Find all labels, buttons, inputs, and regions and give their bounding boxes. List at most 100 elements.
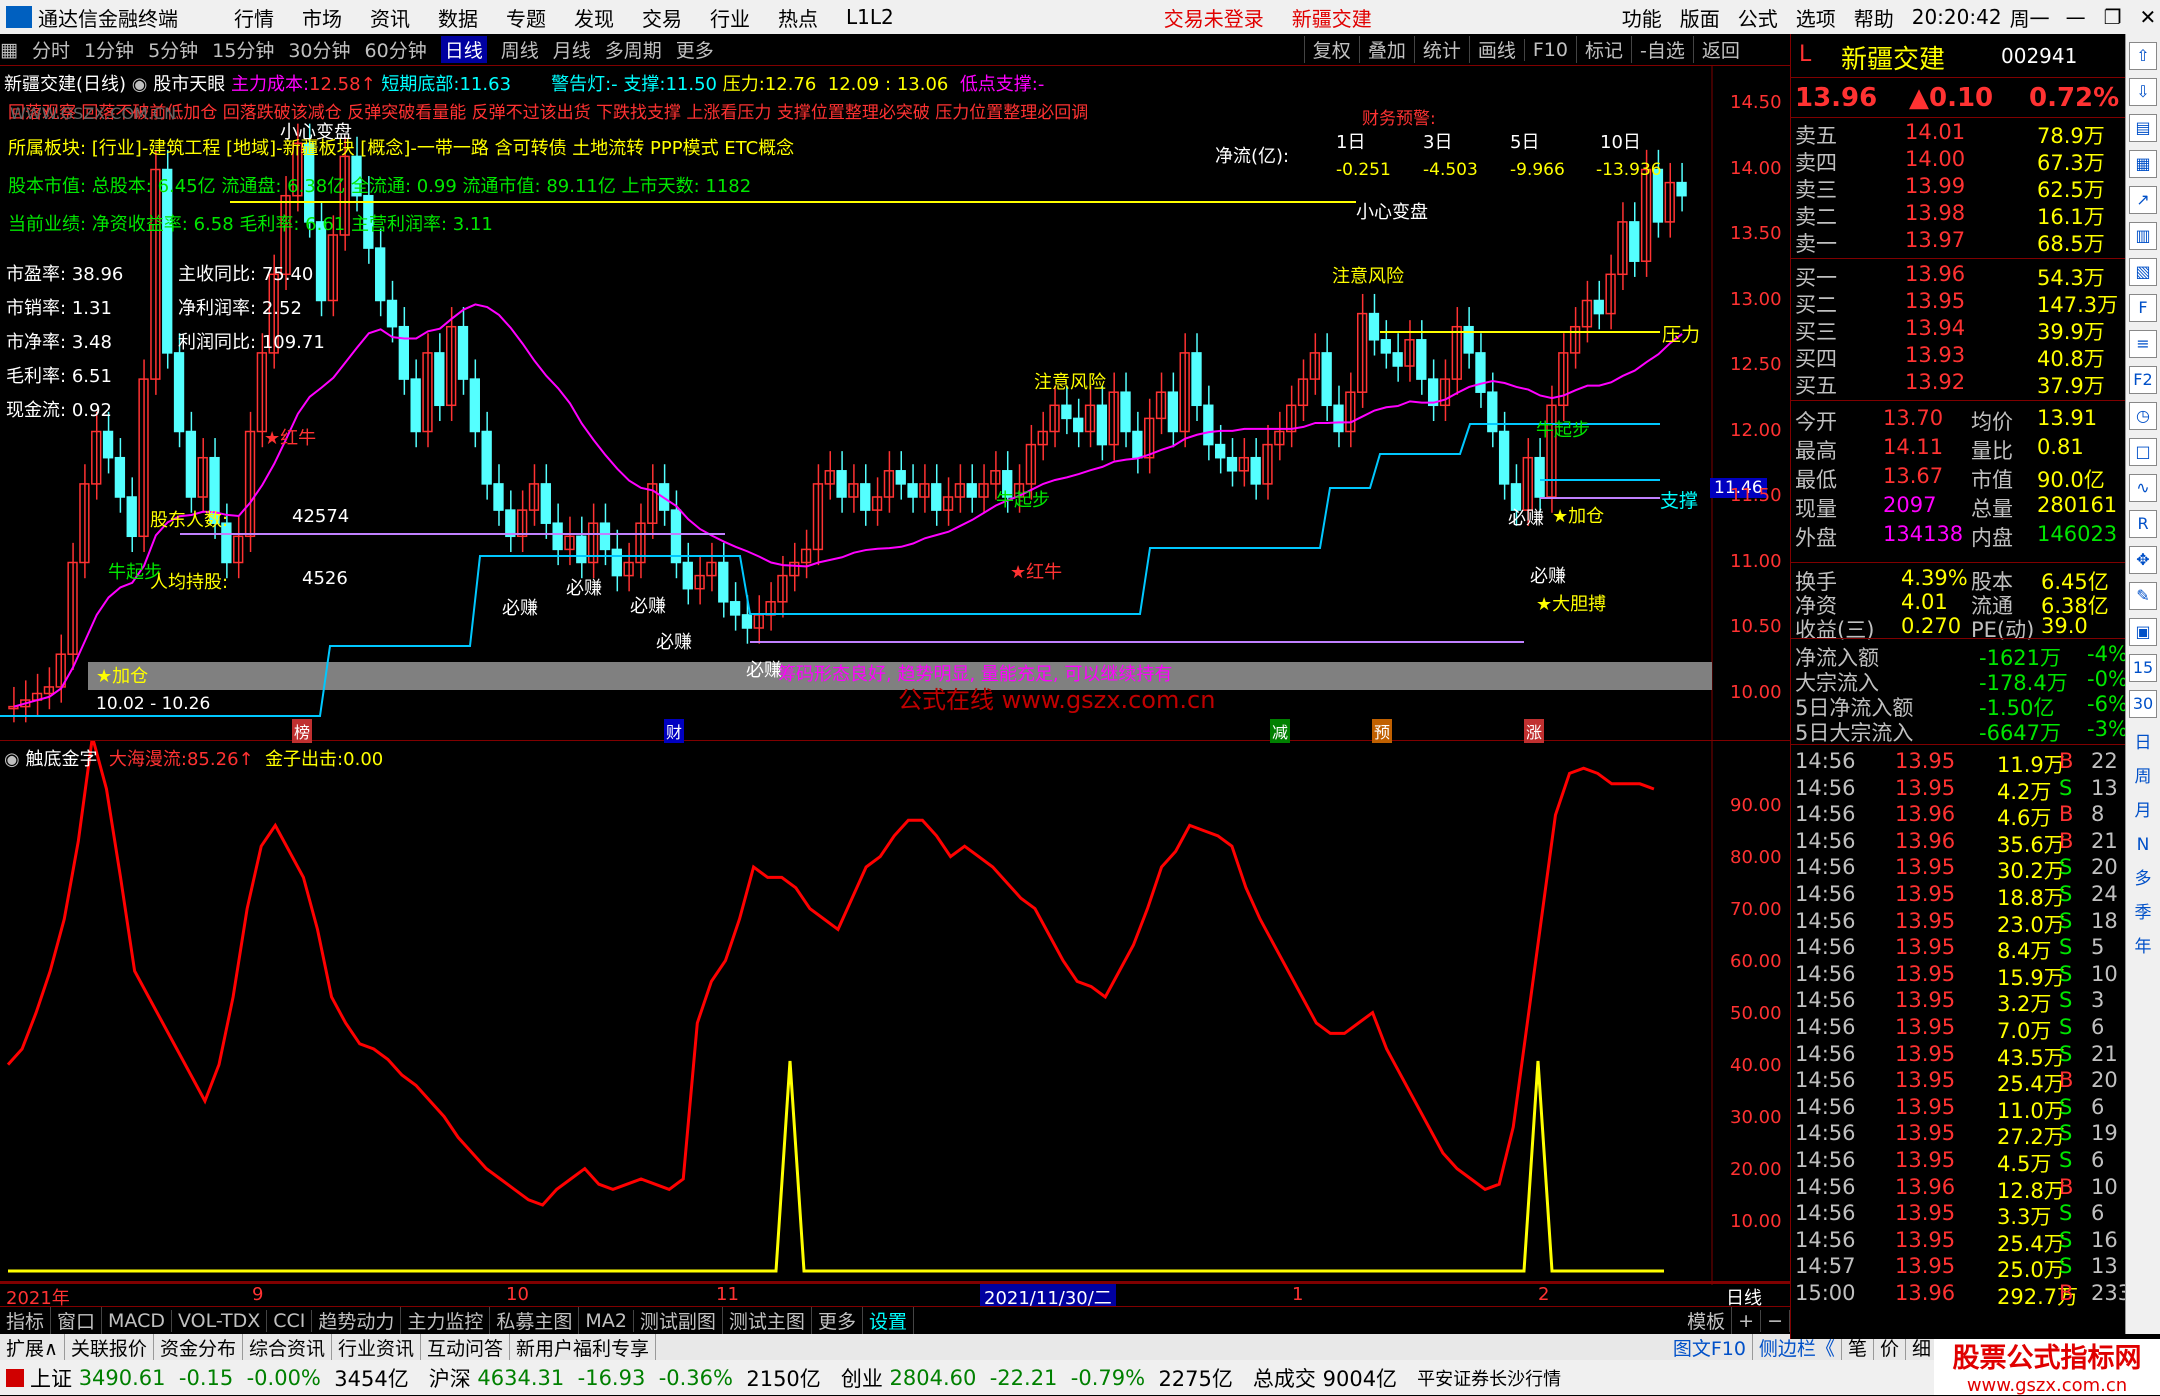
sidebar-day[interactable]: 日 <box>2126 726 2160 760</box>
toolbar-biaoji[interactable]: 标记 <box>1575 36 1631 63</box>
toolbar-zixuan[interactable]: -自选 <box>1630 36 1693 63</box>
sidebar-list-icon[interactable]: ≡ <box>2129 330 2157 358</box>
menu-hangqing[interactable]: 行情 <box>234 3 274 32</box>
idx-hs-name[interactable]: 沪深 <box>429 1363 471 1393</box>
sidebar-arrow-down-icon[interactable]: ⇩ <box>2129 78 2157 106</box>
main-kline-chart[interactable]: 新疆交建(日线) ◉ 股市天眼 主力成本:12.58↑ 短期底部:11.63 警… <box>0 66 1790 743</box>
tab-zhibiao[interactable]: 指标 <box>0 1307 52 1334</box>
period-60min[interactable]: 60分钟 <box>365 36 427 63</box>
sidebar-pen-icon[interactable]: ✎ <box>2129 582 2157 610</box>
menu-gongshi[interactable]: 公式 <box>1738 3 1778 32</box>
menu-jiaoyi[interactable]: 交易 <box>642 3 682 32</box>
minimize-icon[interactable]: — <box>2066 5 2086 29</box>
marker-jian[interactable]: 减 <box>1270 719 1291 743</box>
sidebar-bar-icon[interactable]: ▥ <box>2129 222 2157 250</box>
sidebar-calc-icon[interactable]: ▣ <box>2129 618 2157 646</box>
sidebar-n[interactable]: N <box>2126 828 2160 862</box>
sidebar-chart-icon[interactable]: ↗ <box>2129 186 2157 214</box>
tab-moban[interactable]: 模板 <box>1681 1307 1733 1334</box>
tab-ceshi-fu[interactable]: 测试副图 <box>634 1307 723 1334</box>
sidebar-arrow-up-icon[interactable]: ⇧ <box>2129 42 2157 70</box>
sub-indicator-svg[interactable] <box>0 741 1790 1285</box>
period-5min[interactable]: 5分钟 <box>148 36 198 63</box>
sidebar-week[interactable]: 周 <box>2126 760 2160 794</box>
marker-zhang[interactable]: 涨 <box>1524 719 1545 743</box>
sidebar-multi[interactable]: 多 <box>2126 862 2160 896</box>
sidebar-move-icon[interactable]: ✥ <box>2129 546 2157 574</box>
toolbar-fanhui[interactable]: 返回 <box>1692 36 1748 63</box>
remove-icon[interactable]: − <box>1761 1309 1790 1332</box>
tab-hangye-zixun[interactable]: 行业资讯 <box>332 1333 421 1361</box>
tab-guanlian[interactable]: 关联报价 <box>65 1333 154 1361</box>
marker-yu[interactable]: 预 <box>1372 719 1393 743</box>
tab-zhuli[interactable]: 主力监控 <box>401 1307 491 1334</box>
sidebar-clock-icon[interactable]: ◷ <box>2129 402 2157 430</box>
sidebar-table-icon[interactable]: ▧ <box>2129 258 2157 286</box>
sub-indicator-chart[interactable]: ◉ 触底金字 大海漫流:85.26↑ 金子出击:0.00 90.00 80.00… <box>0 741 1790 1285</box>
toolbar-diejia[interactable]: 叠加 <box>1358 36 1414 63</box>
add-icon[interactable]: + <box>1732 1309 1762 1332</box>
period-fenshi[interactable]: 分时 <box>32 36 70 63</box>
sidebar-year[interactable]: 年 <box>2126 930 2160 964</box>
tab-shezhi[interactable]: 设置 <box>863 1307 914 1334</box>
sidebar-period-list[interactable]: 日 周 月 N 多 季 年 <box>2126 726 2160 964</box>
tab-kuozhan[interactable]: 扩展∧ <box>0 1333 65 1361</box>
sidebar-30-icon[interactable]: 30 <box>2129 690 2157 718</box>
period-15min[interactable]: 15分钟 <box>212 36 274 63</box>
menu-shuju[interactable]: 数据 <box>438 3 478 32</box>
sub-indicator-name[interactable]: 触底金字 <box>25 749 97 770</box>
sidebar-f10-icon[interactable]: F <box>2129 294 2157 322</box>
menu-redian[interactable]: 热点 <box>778 3 818 32</box>
tab-ceshi-zhu[interactable]: 测试主图 <box>723 1307 812 1334</box>
menu-bangzhu[interactable]: 帮助 <box>1854 3 1894 32</box>
menu-faxian[interactable]: 发现 <box>574 3 614 32</box>
tick-list[interactable]: 14:56 13.95 11.9万 B 22 14:56 13.95 4.2万 S 13 14:56… <box>1791 744 2131 1314</box>
menu-gongneng[interactable]: 功能 <box>1622 3 1662 32</box>
tab-vol-tdx[interactable]: VOL-TDX <box>172 1309 268 1332</box>
sidebar-f2-icon[interactable]: F2 <box>2129 366 2157 394</box>
tab-gengduo[interactable]: 更多 <box>812 1307 863 1334</box>
tab-fuli[interactable]: 新用户福利专享 <box>510 1333 657 1361</box>
menu-xuanxiang[interactable]: 选项 <box>1796 3 1836 32</box>
sidebar-month[interactable]: 月 <box>2126 794 2160 828</box>
close-icon[interactable]: ✕ <box>2140 5 2157 29</box>
toolbar-huaxian[interactable]: 画线 <box>1468 36 1524 63</box>
tab-macd[interactable]: MACD <box>102 1309 172 1332</box>
chart-settings-icon[interactable]: ▦ <box>0 39 18 61</box>
tab-qushi[interactable]: 趋势动力 <box>312 1307 402 1334</box>
marker-bang[interactable]: 榜 <box>292 719 313 743</box>
menu-zixun[interactable]: 资讯 <box>370 3 410 32</box>
tab-tuwen-f10[interactable]: 图文F10 <box>1667 1333 1753 1361</box>
period-week[interactable]: 周线 <box>501 36 539 63</box>
menu-zhuanti[interactable]: 专题 <box>506 3 546 32</box>
trade-login-status[interactable]: 交易未登录 <box>1164 3 1264 32</box>
sidebar-grid-icon[interactable]: ▦ <box>2129 150 2157 178</box>
idx-sh-name[interactable]: 上证 <box>30 1363 72 1393</box>
sub-settings-icon[interactable]: ◉ <box>4 749 20 770</box>
period-1min[interactable]: 1分钟 <box>84 36 134 63</box>
quote-stock-name[interactable]: 新疆交建 <box>1841 39 1945 76</box>
period-30min[interactable]: 30分钟 <box>288 36 350 63</box>
marker-cai[interactable]: 财 <box>664 719 685 743</box>
toolbar-tongji[interactable]: 统计 <box>1413 36 1469 63</box>
sidebar-quarter[interactable]: 季 <box>2126 896 2160 930</box>
sidebar-wave-icon[interactable]: ∿ <box>2129 474 2157 502</box>
period-month[interactable]: 月线 <box>553 36 591 63</box>
sidebar-doc-icon[interactable]: ▤ <box>2129 114 2157 142</box>
toolbar-f10[interactable]: F10 <box>1523 38 1576 61</box>
menu-l1l2[interactable]: L1L2 <box>846 5 894 29</box>
period-multi[interactable]: 多周期 <box>605 36 662 63</box>
restore-icon[interactable]: ❐ <box>2104 5 2122 29</box>
tab-zonghe[interactable]: 综合资讯 <box>243 1333 332 1361</box>
tab-hudong[interactable]: 互动问答 <box>421 1333 510 1361</box>
tab-cci[interactable]: CCI <box>267 1309 313 1332</box>
period-day[interactable]: 日线 <box>440 36 487 63</box>
tab-ma2[interactable]: MA2 <box>579 1309 634 1332</box>
sidebar-rsi-icon[interactable]: R <box>2129 510 2157 538</box>
tab-chuangkou[interactable]: 窗口 <box>51 1307 103 1334</box>
menu-hangye[interactable]: 行业 <box>710 3 750 32</box>
broker-name[interactable]: 平安证券长沙行情 <box>1417 1365 1561 1391</box>
indicator-name[interactable]: 股市天眼 <box>153 74 225 95</box>
period-more[interactable]: 更多 <box>676 36 714 63</box>
sidebar-15-icon[interactable]: 15 <box>2129 654 2157 682</box>
